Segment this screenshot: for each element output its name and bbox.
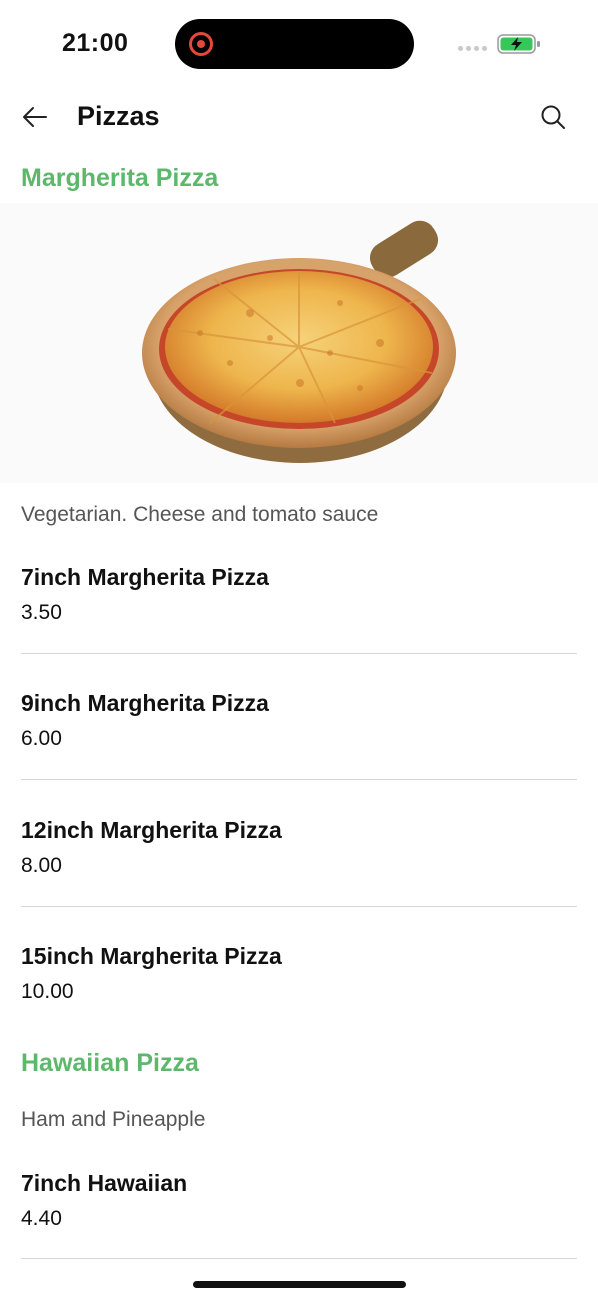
menu-item[interactable]: 12inch Margherita Pizza 8.00 <box>21 817 577 878</box>
menu-item[interactable]: 7inch Margherita Pizza 3.50 <box>21 564 577 625</box>
dynamic-island <box>175 19 414 69</box>
arrow-left-icon[interactable] <box>20 102 50 132</box>
section-description: Vegetarian. Cheese and tomato sauce <box>21 503 379 526</box>
status-time: 21:00 <box>62 29 129 57</box>
menu-item-name: 15inch Margherita Pizza <box>21 943 282 969</box>
home-indicator[interactable] <box>193 1281 406 1288</box>
divider <box>21 906 577 907</box>
section-description: Ham and Pineapple <box>21 1108 206 1131</box>
section-title: Margherita Pizza <box>21 164 219 192</box>
signal-icon <box>458 46 487 51</box>
menu-item-name: 9inch Margherita Pizza <box>21 690 269 716</box>
menu-item-price: 6.00 <box>21 727 62 750</box>
menu-item-price: 8.00 <box>21 854 62 877</box>
record-icon <box>189 32 213 56</box>
pizza-image <box>0 203 598 483</box>
menu-item[interactable]: 9inch Margherita Pizza 6.00 <box>21 690 577 751</box>
divider <box>21 1258 577 1259</box>
battery-charging-icon <box>497 34 540 54</box>
menu-item[interactable]: 7inch Hawaiian 4.40 <box>21 1170 577 1231</box>
page-title: Pizzas <box>77 101 160 131</box>
status-bar: 21:00 <box>0 0 598 88</box>
app-header: Pizzas <box>0 88 598 150</box>
menu-item-price: 3.50 <box>21 601 62 624</box>
menu-item-price: 10.00 <box>21 980 74 1003</box>
menu-item-name: 7inch Margherita Pizza <box>21 564 269 590</box>
menu-item-name: 7inch Hawaiian <box>21 1170 188 1196</box>
search-icon[interactable] <box>538 102 568 132</box>
menu-item-price: 4.40 <box>21 1207 62 1230</box>
menu-item[interactable]: 15inch Margherita Pizza 10.00 <box>21 943 577 1004</box>
section-title: Hawaiian Pizza <box>21 1049 199 1077</box>
menu-item-name: 12inch Margherita Pizza <box>21 817 282 843</box>
divider <box>21 653 577 654</box>
divider <box>21 779 577 780</box>
